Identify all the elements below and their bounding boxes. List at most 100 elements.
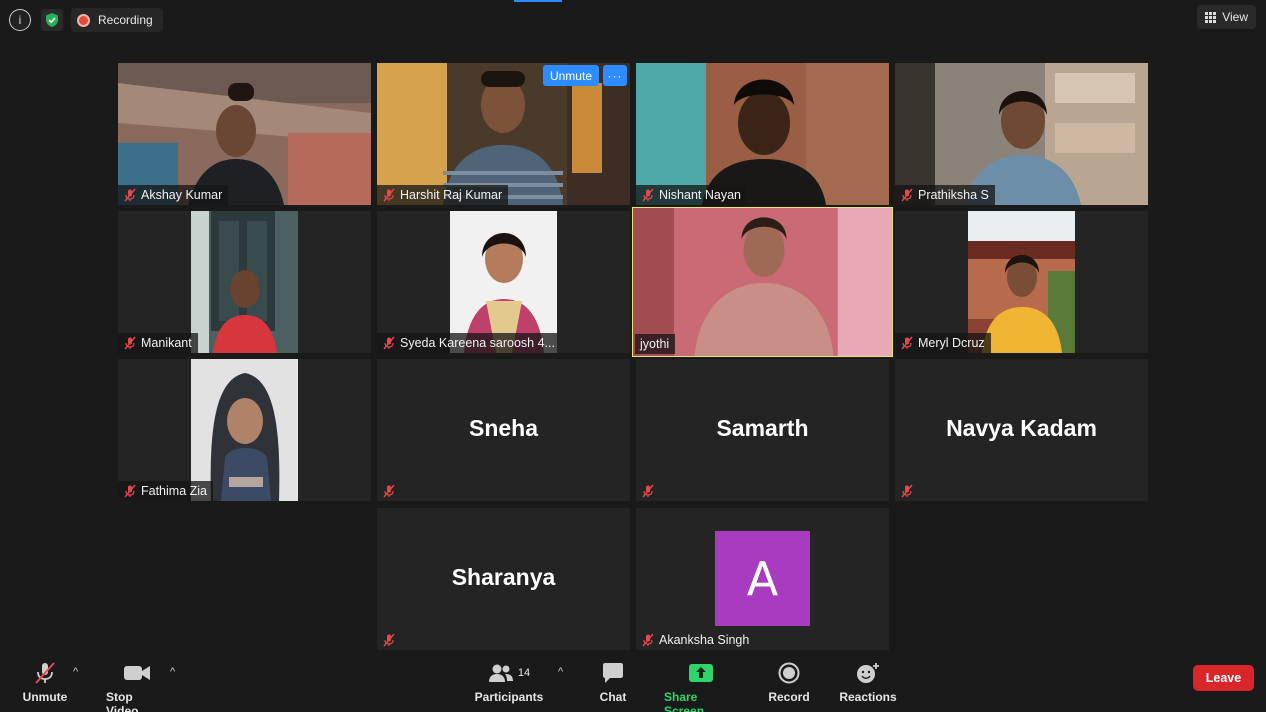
chat-label: Chat bbox=[599, 690, 627, 704]
name-tag bbox=[377, 630, 402, 650]
participant-tile[interactable]: Syeda Kareena saroosh 4... bbox=[377, 211, 630, 353]
record-label: Record bbox=[768, 690, 810, 704]
participant-video bbox=[118, 63, 371, 205]
name-tag: Akanksha Singh bbox=[636, 630, 755, 650]
mic-muted-icon bbox=[383, 484, 395, 498]
participant-display-name: Sharanya bbox=[451, 564, 556, 590]
participant-tile[interactable]: Sneha bbox=[377, 359, 630, 501]
stop-video-label: Stop Video bbox=[106, 690, 139, 712]
participant-name: Manikant bbox=[141, 336, 192, 350]
name-tag: Nishant Nayan bbox=[636, 185, 747, 205]
share-screen-icon bbox=[689, 664, 713, 682]
mic-muted-icon bbox=[124, 188, 136, 202]
participant-name: Akshay Kumar bbox=[141, 188, 223, 202]
participants-icon bbox=[488, 664, 513, 682]
security-shield-button[interactable] bbox=[41, 9, 63, 31]
participant-video bbox=[895, 63, 1148, 205]
top-tab-indicator bbox=[514, 0, 562, 2]
microphone-muted-icon bbox=[35, 662, 55, 684]
participant-name: Nishant Nayan bbox=[659, 188, 741, 202]
share-screen-label: Share Screen bbox=[664, 690, 705, 712]
leave-button[interactable]: Leave bbox=[1193, 665, 1254, 691]
participant-video bbox=[968, 211, 1075, 353]
shield-check-icon bbox=[46, 13, 58, 27]
unmute-button[interactable]: Unmute bbox=[22, 654, 68, 704]
reactions-label: Reactions bbox=[839, 690, 897, 704]
name-tag bbox=[377, 481, 402, 501]
participant-display-name: Navya Kadam bbox=[946, 415, 1097, 441]
smiley-plus-icon bbox=[857, 663, 879, 683]
share-screen-button[interactable]: Share Screen bbox=[664, 654, 738, 712]
audio-options-caret[interactable]: ^ bbox=[73, 666, 78, 678]
mic-muted-icon bbox=[383, 188, 395, 202]
stop-video-button[interactable]: Stop Video bbox=[106, 654, 168, 712]
name-tag: jyothi bbox=[635, 334, 676, 354]
participant-tile[interactable]: Meryl Dcruz bbox=[895, 211, 1148, 353]
participant-tile-active-speaker[interactable]: jyothi bbox=[632, 207, 893, 357]
participant-display-name: Sneha bbox=[468, 415, 539, 441]
record-button[interactable]: Record bbox=[768, 654, 810, 704]
participant-tile[interactable]: Sharanya bbox=[377, 508, 630, 650]
mic-muted-icon bbox=[124, 336, 136, 350]
video-camera-icon bbox=[124, 666, 150, 680]
participant-tile[interactable]: Fathima Zia bbox=[118, 359, 371, 501]
reactions-button[interactable]: Reactions bbox=[839, 654, 897, 704]
name-tag: Meryl Dcruz bbox=[895, 333, 991, 353]
participant-video bbox=[191, 211, 298, 353]
name-tag: Harshit Raj Kumar bbox=[377, 185, 509, 205]
mic-muted-icon bbox=[901, 484, 913, 498]
name-tag: Akshay Kumar bbox=[118, 185, 229, 205]
meeting-toolbar: Unmute ^ Stop Video ^ 14 Participants ^ … bbox=[0, 654, 1266, 712]
mic-muted-icon bbox=[383, 336, 395, 350]
chat-bubble-icon bbox=[603, 663, 623, 683]
participant-tile[interactable]: Akshay Kumar bbox=[118, 63, 371, 205]
participant-tile[interactable]: Prathiksha S bbox=[895, 63, 1148, 205]
participant-video bbox=[636, 63, 889, 205]
name-tag bbox=[895, 481, 920, 501]
record-dot-icon bbox=[77, 13, 90, 27]
name-tag: Syeda Kareena saroosh 4... bbox=[377, 333, 557, 353]
mic-muted-icon bbox=[642, 633, 654, 647]
participant-video bbox=[450, 211, 557, 353]
view-button[interactable]: View bbox=[1197, 5, 1256, 29]
name-tag bbox=[636, 481, 661, 501]
participant-name: Harshit Raj Kumar bbox=[400, 188, 503, 202]
participant-video bbox=[191, 359, 298, 501]
chat-button[interactable]: Chat bbox=[598, 654, 628, 704]
participant-display-name: Samarth bbox=[716, 415, 809, 441]
participant-name: Meryl Dcruz bbox=[918, 336, 985, 350]
info-icon: i bbox=[18, 13, 22, 27]
meeting-info-button[interactable]: i bbox=[9, 9, 31, 31]
participant-name: Fathima Zia bbox=[141, 484, 207, 498]
participant-tile[interactable]: Manikant bbox=[118, 211, 371, 353]
record-icon bbox=[778, 662, 800, 684]
more-options-button[interactable]: ··· bbox=[603, 65, 627, 86]
participants-label: Participants bbox=[474, 690, 544, 704]
participants-button[interactable]: 14 Participants bbox=[474, 654, 544, 704]
participant-name: Akanksha Singh bbox=[659, 633, 750, 647]
participant-tile[interactable]: A Akanksha Singh bbox=[636, 508, 889, 650]
participant-tile[interactable]: Nishant Nayan bbox=[636, 63, 889, 205]
view-label: View bbox=[1222, 10, 1248, 24]
name-tag: Manikant bbox=[118, 333, 198, 353]
unmute-request-button[interactable]: Unmute bbox=[542, 65, 599, 86]
mic-muted-icon bbox=[901, 188, 913, 202]
participant-name: Prathiksha S bbox=[918, 188, 989, 202]
participant-name: Syeda Kareena saroosh 4... bbox=[400, 336, 555, 350]
mic-muted-icon bbox=[124, 484, 136, 498]
participant-tile[interactable]: Samarth bbox=[636, 359, 889, 501]
mic-muted-icon bbox=[642, 484, 654, 498]
participant-count: 14 bbox=[517, 667, 531, 679]
participant-tile[interactable]: Unmute ··· Harshit Raj Kumar bbox=[377, 63, 630, 205]
participants-options-caret[interactable]: ^ bbox=[558, 666, 563, 678]
name-tag: Prathiksha S bbox=[895, 185, 995, 205]
mic-muted-icon bbox=[901, 336, 913, 350]
unmute-label: Unmute bbox=[22, 690, 68, 704]
video-options-caret[interactable]: ^ bbox=[170, 666, 175, 678]
recording-label: Recording bbox=[98, 13, 153, 27]
mic-muted-icon bbox=[642, 188, 654, 202]
participant-tile[interactable]: Navya Kadam bbox=[895, 359, 1148, 501]
avatar: A bbox=[715, 531, 810, 626]
recording-indicator[interactable]: Recording bbox=[71, 8, 163, 32]
participant-name: jyothi bbox=[640, 337, 670, 351]
